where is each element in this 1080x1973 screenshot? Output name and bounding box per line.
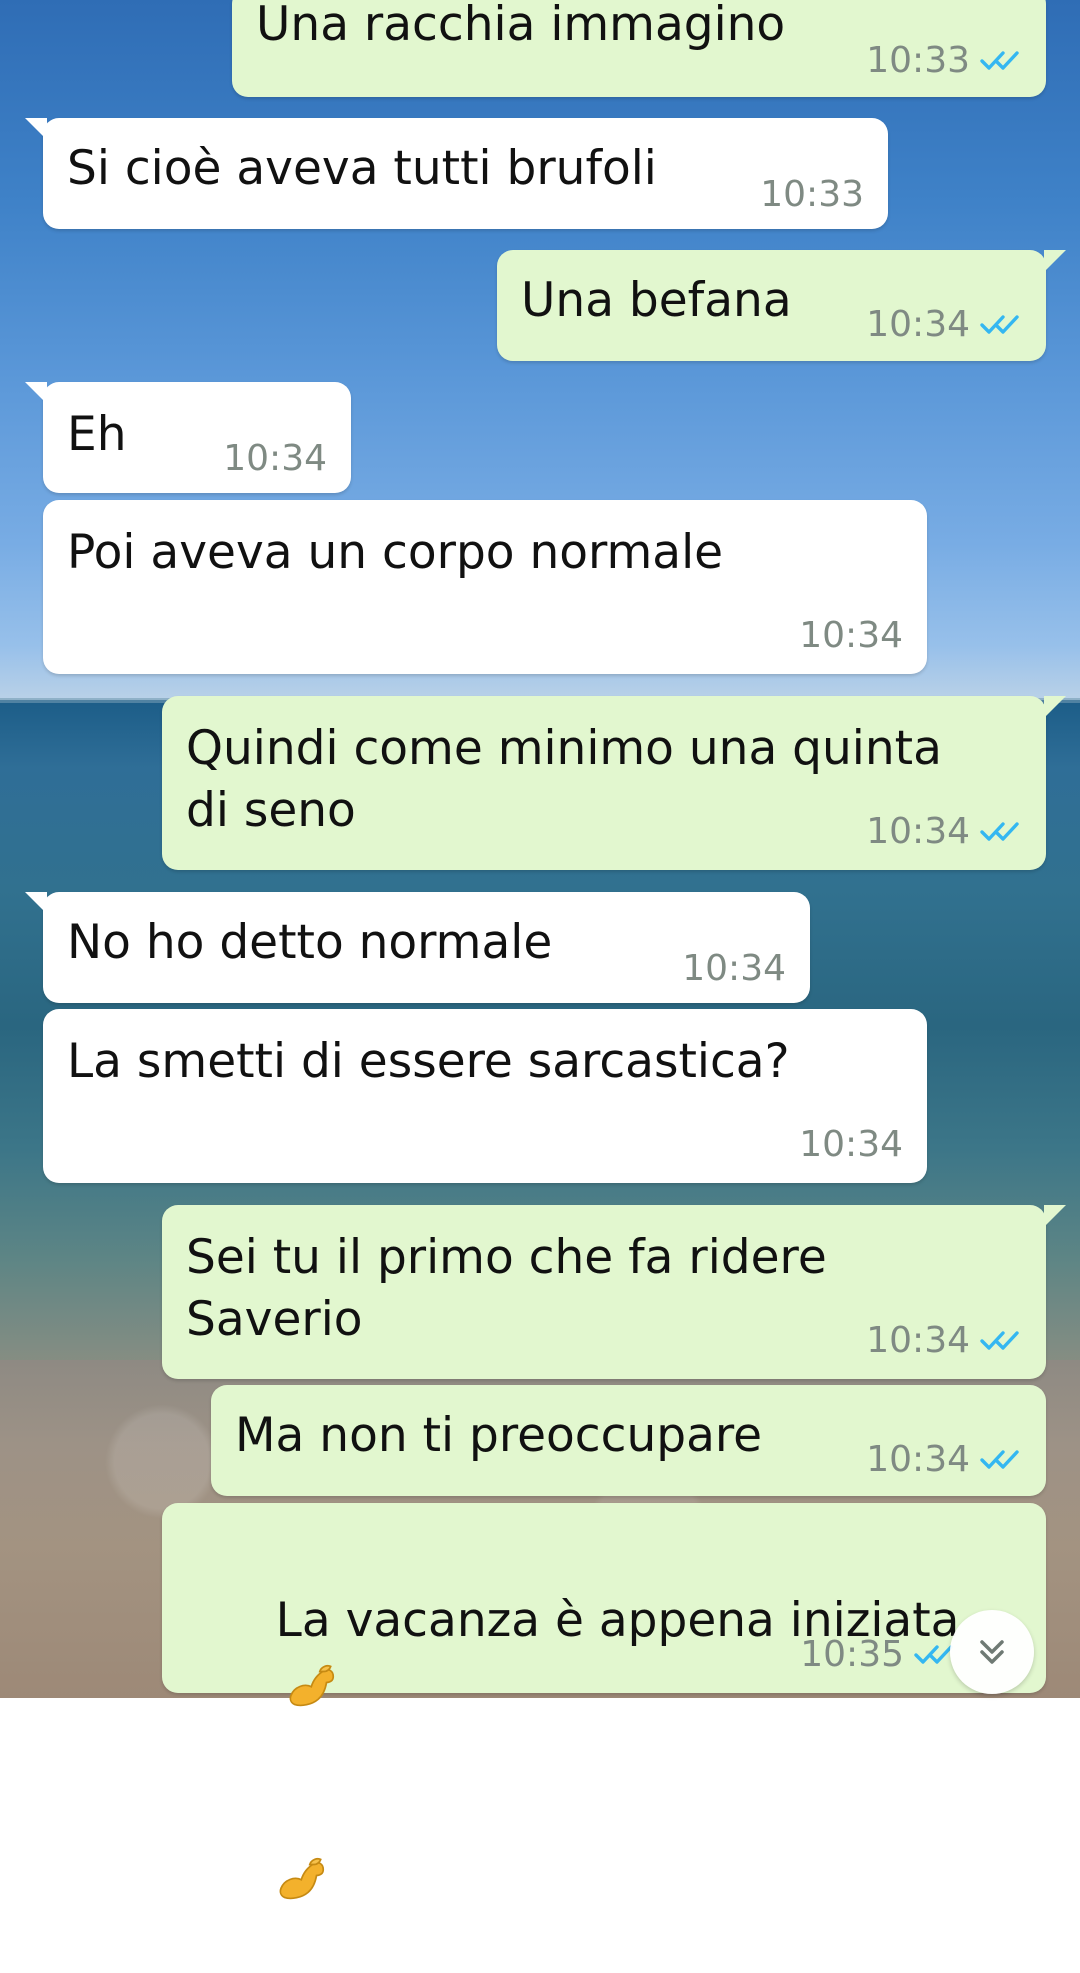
message-bubble-incoming[interactable]: La smetti di essere sarcastica? 10:34 [43, 1009, 927, 1183]
message-text: No ho detto normale [67, 915, 553, 970]
message-meta: 10:34 [799, 1127, 903, 1163]
message-meta: 10:34 [866, 814, 1022, 850]
message-bubble-outgoing[interactable]: Una befana 10:34 [497, 250, 1066, 361]
message-time: 10:33 [866, 40, 970, 81]
message-text: La vacanza è appena iniziata [186, 1525, 959, 1973]
message-time: 10:34 [682, 948, 786, 989]
message-text: Una befana [521, 273, 792, 328]
message-text: Sei tu il primo che fa ridere Saverio [186, 1230, 827, 1347]
message-bubble-incoming[interactable]: Eh 10:34 [25, 382, 351, 493]
message-bubble-incoming[interactable]: No ho detto normale 10:34 [25, 892, 810, 1003]
message-meta: 10:34 [682, 951, 786, 987]
message-text: Ma non ti preoccupare [235, 1408, 763, 1463]
message-time: 10:34 [866, 811, 970, 852]
message-bubble-outgoing[interactable]: Una racchia immagino 10:33 [232, 0, 1046, 97]
message-time: 10:34 [799, 1124, 903, 1165]
message-time: 10:34 [866, 1439, 970, 1480]
message-text: Eh [67, 407, 127, 462]
message-bubble-incoming[interactable]: Si cioè aveva tutti brufoli 10:33 [25, 118, 888, 229]
double-check-icon [980, 1331, 1019, 1350]
double-check-icon [980, 51, 1019, 70]
message-meta: 10:34 [866, 1323, 1022, 1359]
message-time: 10:33 [760, 174, 864, 215]
message-meta: 10:34 [223, 441, 327, 477]
scroll-to-bottom-button[interactable] [950, 1610, 1034, 1694]
message-bubble-outgoing[interactable]: Sei tu il primo che fa ridere Saverio 10… [162, 1205, 1066, 1379]
message-meta: 10:33 [866, 43, 1022, 79]
double-check-icon [980, 315, 1019, 334]
message-time: 10:35 [800, 1634, 904, 1675]
double-check-icon [980, 1450, 1019, 1469]
message-bubble-incoming[interactable]: Poi aveva un corpo normale 10:34 [43, 500, 927, 674]
message-text: La smetti di essere sarcastica? [67, 1034, 790, 1089]
message-bubble-outgoing[interactable]: Quindi come minimo una quinta di seno 10… [162, 696, 1066, 870]
message-bubble-outgoing[interactable]: La vacanza è appena iniziata 10:35 [162, 1503, 1046, 1899]
message-meta: 10:33 [760, 177, 864, 213]
message-time: 10:34 [866, 304, 970, 345]
message-text: Poi aveva un corpo normale [67, 525, 724, 580]
message-meta: 10:34 [866, 1442, 1022, 1478]
message-bubble-outgoing[interactable]: Ma non ti preoccupare 10:34 [211, 1385, 1046, 1496]
message-text: Si cioè aveva tutti brufoli [67, 141, 657, 196]
chat-thread: Una racchia immagino 10:33 Si cioè aveva… [0, 0, 1080, 1899]
message-text: Una racchia immagino [256, 0, 786, 52]
message-meta: 10:34 [866, 307, 1022, 343]
message-meta: 10:34 [799, 618, 903, 654]
message-meta: 10:35 [800, 1637, 956, 1673]
flexed-biceps-icon [279, 1857, 324, 1899]
double-check-icon [980, 822, 1019, 841]
flexed-biceps-icon [289, 1664, 334, 1706]
message-time: 10:34 [799, 615, 903, 656]
message-text: Quindi come minimo una quinta di seno [186, 721, 942, 838]
message-time: 10:34 [866, 1320, 970, 1361]
chevron-down-double-icon [980, 1640, 1004, 1664]
message-time: 10:34 [223, 438, 327, 479]
